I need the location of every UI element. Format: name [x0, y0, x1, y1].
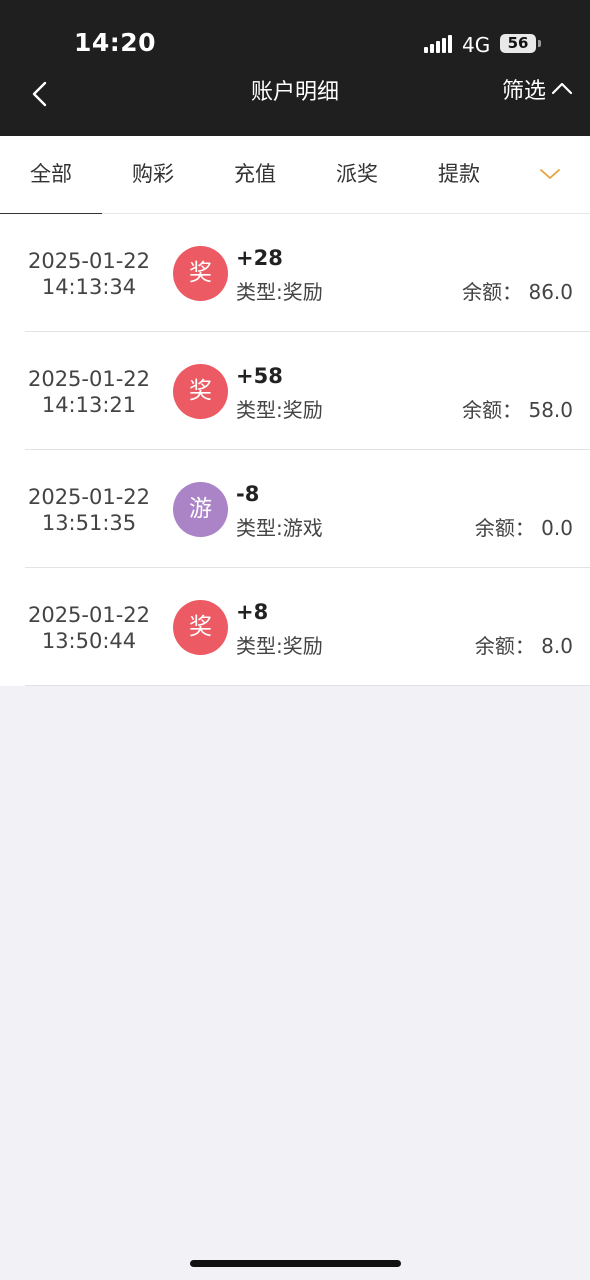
transaction-date: 2025-01-22 [27, 249, 151, 273]
transaction-amount: +8 [236, 600, 269, 624]
filter-button[interactable]: 筛选 [502, 74, 574, 104]
tab-withdraw[interactable]: 提款 [408, 136, 510, 214]
status-bar: 14:20 4G 56 [0, 0, 590, 66]
battery-tip [538, 40, 541, 47]
transaction-amount: +58 [236, 364, 283, 388]
transaction-time: 14:13:34 [41, 275, 137, 299]
transaction-row[interactable]: 2025-01-22 13:50:44 奖 +8 类型:奖励 余额： 8.0 [0, 568, 590, 686]
transaction-type: 类型:奖励 [236, 634, 323, 658]
transaction-time: 14:13:21 [41, 393, 137, 417]
transaction-list: 2025-01-22 14:13:34 奖 +28 类型:奖励 余额： 86.0… [0, 214, 590, 686]
transaction-type: 类型:游戏 [236, 516, 323, 540]
transaction-datetime: 2025-01-22 14:13:21 [18, 366, 160, 418]
home-indicator[interactable] [190, 1260, 401, 1267]
transaction-amount: -8 [236, 482, 260, 506]
tab-payout[interactable]: 派奖 [306, 136, 408, 214]
transaction-time: 13:51:35 [41, 511, 137, 535]
transaction-balance: 余额： 0.0 [474, 516, 573, 540]
signal-bars-icon [424, 35, 452, 53]
transaction-datetime: 2025-01-22 14:13:34 [18, 248, 160, 300]
nav-bar: 账户明细 筛选 [0, 66, 590, 136]
transaction-datetime: 2025-01-22 13:50:44 [18, 602, 160, 654]
transaction-time: 13:50:44 [41, 629, 137, 653]
reward-badge-icon: 奖 [173, 600, 228, 655]
transaction-balance: 余额： 58.0 [462, 398, 573, 422]
transaction-date: 2025-01-22 [27, 485, 151, 509]
transaction-amount: +28 [236, 246, 283, 270]
chevron-down-icon [540, 169, 560, 179]
transaction-type: 类型:奖励 [236, 398, 323, 422]
transaction-row[interactable]: 2025-01-22 14:13:34 奖 +28 类型:奖励 余额： 86.0 [0, 214, 590, 332]
tab-lottery-purchase[interactable]: 购彩 [102, 136, 204, 214]
chevron-up-icon [551, 82, 573, 95]
tab-all[interactable]: 全部 [0, 136, 102, 215]
transaction-datetime: 2025-01-22 13:51:35 [18, 484, 160, 536]
reward-badge-icon: 奖 [173, 364, 228, 419]
battery-icon: 56 [500, 34, 536, 53]
network-type: 4G [462, 33, 491, 57]
category-tabs: 全部 购彩 充值 派奖 提款 [0, 136, 590, 215]
transaction-date: 2025-01-22 [27, 603, 151, 627]
transaction-balance: 余额： 86.0 [462, 280, 573, 304]
reward-badge-icon: 奖 [173, 246, 228, 301]
transaction-row[interactable]: 2025-01-22 14:13:21 奖 +58 类型:奖励 余额： 58.0 [0, 332, 590, 450]
tab-recharge[interactable]: 充值 [204, 136, 306, 214]
transaction-type: 类型:奖励 [236, 280, 323, 304]
tabs-more-button[interactable] [530, 162, 570, 188]
transaction-row[interactable]: 2025-01-22 13:51:35 游 -8 类型:游戏 余额： 0.0 [0, 450, 590, 568]
transaction-balance: 余额： 8.0 [474, 634, 573, 658]
transaction-date: 2025-01-22 [27, 367, 151, 391]
status-time: 14:20 [74, 28, 157, 57]
game-badge-icon: 游 [173, 482, 228, 537]
filter-label: 筛选 [501, 79, 546, 104]
battery-level: 56 [507, 34, 529, 52]
